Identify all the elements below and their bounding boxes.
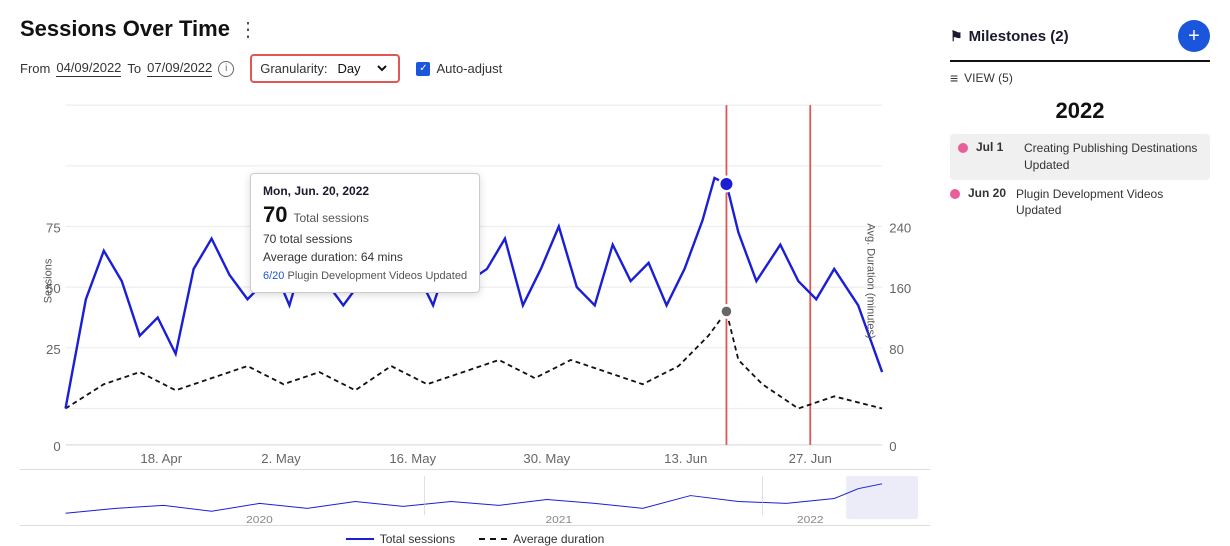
chart-section: Sessions Over Time ⋮ From 04/09/2022 To … xyxy=(20,16,930,526)
svg-text:18. Apr: 18. Apr xyxy=(140,451,182,466)
milestones-title-text: Milestones (2) xyxy=(969,28,1069,45)
view-filter-label: VIEW (5) xyxy=(964,71,1013,85)
tooltip-date: Mon, Jun. 20, 2022 xyxy=(263,184,467,198)
tooltip-milestone-date: 6/20 xyxy=(263,270,284,282)
svg-text:75: 75 xyxy=(46,220,61,235)
view-filter[interactable]: ≡ VIEW (5) xyxy=(950,70,1210,86)
svg-text:27. Jun: 27. Jun xyxy=(789,451,832,466)
svg-text:160: 160 xyxy=(889,281,911,296)
chart-area: Sessions Avg. Duration (minutes) 0 25 50 xyxy=(20,93,930,546)
filter-icon: ≡ xyxy=(950,70,958,86)
svg-text:2021: 2021 xyxy=(545,515,572,525)
milestones-title: ⚑ Milestones (2) xyxy=(950,28,1069,45)
auto-adjust-label: Auto-adjust xyxy=(436,61,502,76)
chart-main: Sessions Avg. Duration (minutes) 0 25 50 xyxy=(20,93,930,470)
legend-avg-label: Average duration xyxy=(513,532,604,546)
controls-row: From 04/09/2022 To 07/09/2022 i Granular… xyxy=(20,54,930,83)
svg-text:30. May: 30. May xyxy=(523,451,570,466)
mini-navigator-chart[interactable]: 2020 2021 2022 xyxy=(20,474,930,526)
to-label: To xyxy=(127,61,141,76)
tooltip-milestone-text: Plugin Development Videos Updated xyxy=(287,270,467,282)
svg-text:25: 25 xyxy=(46,342,61,357)
year-label: 2022 xyxy=(950,98,1210,124)
milestone-dot-2 xyxy=(950,189,960,199)
tooltip-total: 70 xyxy=(263,202,287,228)
svg-text:240: 240 xyxy=(889,220,911,235)
milestones-header: ⚑ Milestones (2) + xyxy=(950,20,1210,62)
legend-dotted-line xyxy=(479,538,507,540)
svg-text:2020: 2020 xyxy=(246,515,273,525)
y-axis-left-label: Sessions xyxy=(42,259,54,304)
chart-tooltip: Mon, Jun. 20, 2022 70 Total sessions 70 … xyxy=(250,173,480,293)
more-options-icon[interactable]: ⋮ xyxy=(238,17,259,42)
svg-text:13. Jun: 13. Jun xyxy=(664,451,707,466)
chart-legend: Total sessions Average duration xyxy=(20,532,930,546)
from-date[interactable]: 04/09/2022 xyxy=(56,60,121,77)
tooltip-detail: 70 total sessions xyxy=(263,232,467,246)
svg-text:2022: 2022 xyxy=(797,515,824,525)
svg-text:0: 0 xyxy=(889,439,896,454)
to-date[interactable]: 07/09/2022 xyxy=(147,60,212,77)
milestone-text-2: Plugin Development Videos Updated xyxy=(1016,186,1210,220)
from-label: From xyxy=(20,61,50,76)
milestone-date-1: Jul 1 xyxy=(976,140,1016,154)
chart-header: Sessions Over Time ⋮ xyxy=(20,16,930,42)
granularity-select[interactable]: Day Week Month xyxy=(333,60,390,77)
auto-adjust-checkbox[interactable]: ✓ xyxy=(416,62,430,76)
info-icon[interactable]: i xyxy=(218,61,234,77)
add-milestone-button[interactable]: + xyxy=(1178,20,1210,52)
auto-adjust-control: ✓ Auto-adjust xyxy=(416,61,502,76)
milestone-text-1: Creating Publishing Destinations Updated xyxy=(1024,140,1202,174)
mini-chart-svg: 2020 2021 2022 xyxy=(20,474,930,525)
tooltip-avg: Average duration: 64 mins xyxy=(263,250,467,264)
legend-avg: Average duration xyxy=(479,532,604,546)
svg-text:80: 80 xyxy=(889,342,904,357)
milestones-panel: ⚑ Milestones (2) + ≡ VIEW (5) 2022 Jul 1… xyxy=(950,16,1210,526)
svg-text:2. May: 2. May xyxy=(261,451,301,466)
flag-icon: ⚑ xyxy=(950,28,963,45)
milestone-item-1[interactable]: Jul 1 Creating Publishing Destinations U… xyxy=(950,134,1210,180)
tooltip-total-label: Total sessions xyxy=(293,211,368,225)
svg-text:0: 0 xyxy=(53,439,60,454)
milestone-date-2: Jun 20 xyxy=(968,186,1008,200)
tooltip-milestone: 6/20 Plugin Development Videos Updated xyxy=(263,270,467,282)
legend-total: Total sessions xyxy=(346,532,455,546)
svg-text:16. May: 16. May xyxy=(389,451,436,466)
granularity-label: Granularity: xyxy=(260,61,327,76)
milestone-item-2[interactable]: Jun 20 Plugin Development Videos Updated xyxy=(950,180,1210,226)
legend-total-label: Total sessions xyxy=(380,532,455,546)
y-axis-right-label: Avg. Duration (minutes) xyxy=(864,223,876,338)
milestone-dot-1 xyxy=(958,143,968,153)
date-range: From 04/09/2022 To 07/09/2022 i xyxy=(20,60,234,77)
legend-solid-line xyxy=(346,538,374,540)
granularity-control: Granularity: Day Week Month xyxy=(250,54,400,83)
chart-title: Sessions Over Time xyxy=(20,16,230,42)
